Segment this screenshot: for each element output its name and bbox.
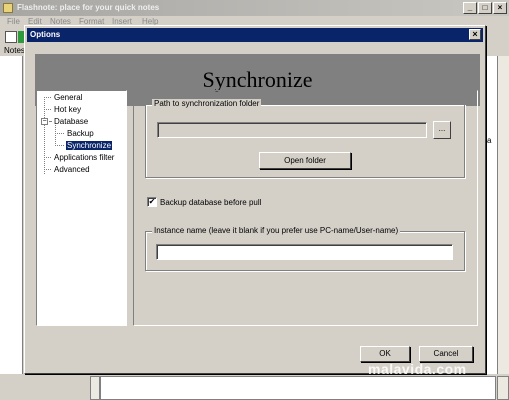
backup-checkbox[interactable]: ✔ [147, 197, 157, 207]
tree-item-general[interactable]: General [54, 93, 82, 102]
watermark: malavida.com [368, 361, 467, 377]
new-note-icon[interactable] [5, 31, 17, 43]
collapse-icon[interactable]: − [41, 118, 48, 125]
options-tree: General Hot key − Database Backup Synchr… [36, 90, 127, 326]
ok-button[interactable]: OK [360, 346, 410, 362]
bottom-right-scrollbar[interactable] [497, 376, 509, 400]
tree-item-synchronize[interactable]: Synchronize [66, 141, 113, 150]
close-button[interactable]: × [493, 2, 507, 14]
bottom-text-area[interactable] [100, 376, 496, 400]
dialog-close-icon[interactable]: × [469, 29, 481, 40]
tree-item-advanced[interactable]: Advanced [54, 165, 90, 174]
app-icon [3, 3, 13, 13]
instance-name-input[interactable] [156, 244, 453, 260]
path-group-label: Path to synchronization folder [152, 99, 262, 108]
notes-label: Notes [4, 46, 25, 55]
notes-tree-pane[interactable] [0, 56, 23, 400]
tree-item-applications-filter[interactable]: Applications filter [54, 153, 114, 162]
browse-button[interactable]: ... [433, 121, 451, 139]
tree-item-backup[interactable]: Backup [67, 129, 94, 138]
dialog-title: Options [30, 30, 61, 39]
tree-item-database[interactable]: Database [54, 117, 88, 126]
minimize-button[interactable]: _ [463, 2, 477, 14]
maximize-button[interactable]: □ [478, 2, 492, 14]
sync-path-input[interactable] [157, 122, 427, 138]
tree-item-hotkey[interactable]: Hot key [54, 105, 81, 114]
options-dialog: Options × Synchronize General Hot key − … [24, 25, 486, 374]
dialog-titlebar: Options × [27, 28, 483, 42]
main-window-title: Flashnote: place for your quick notes [17, 3, 160, 12]
editor-scrollbar[interactable] [497, 56, 509, 376]
instance-group-label: Instance name (leave it blank if you pre… [152, 226, 401, 235]
editor-text-fragment: a [487, 136, 492, 145]
backup-checkbox-label: Backup database before pull [160, 198, 262, 207]
cancel-button[interactable]: Cancel [419, 346, 473, 362]
menu-file[interactable]: File [7, 17, 20, 26]
bottom-left-scrollbar[interactable] [90, 376, 100, 400]
open-folder-button[interactable]: Open folder [259, 152, 351, 169]
main-window-titlebar: Flashnote: place for your quick notes _ … [0, 0, 509, 16]
